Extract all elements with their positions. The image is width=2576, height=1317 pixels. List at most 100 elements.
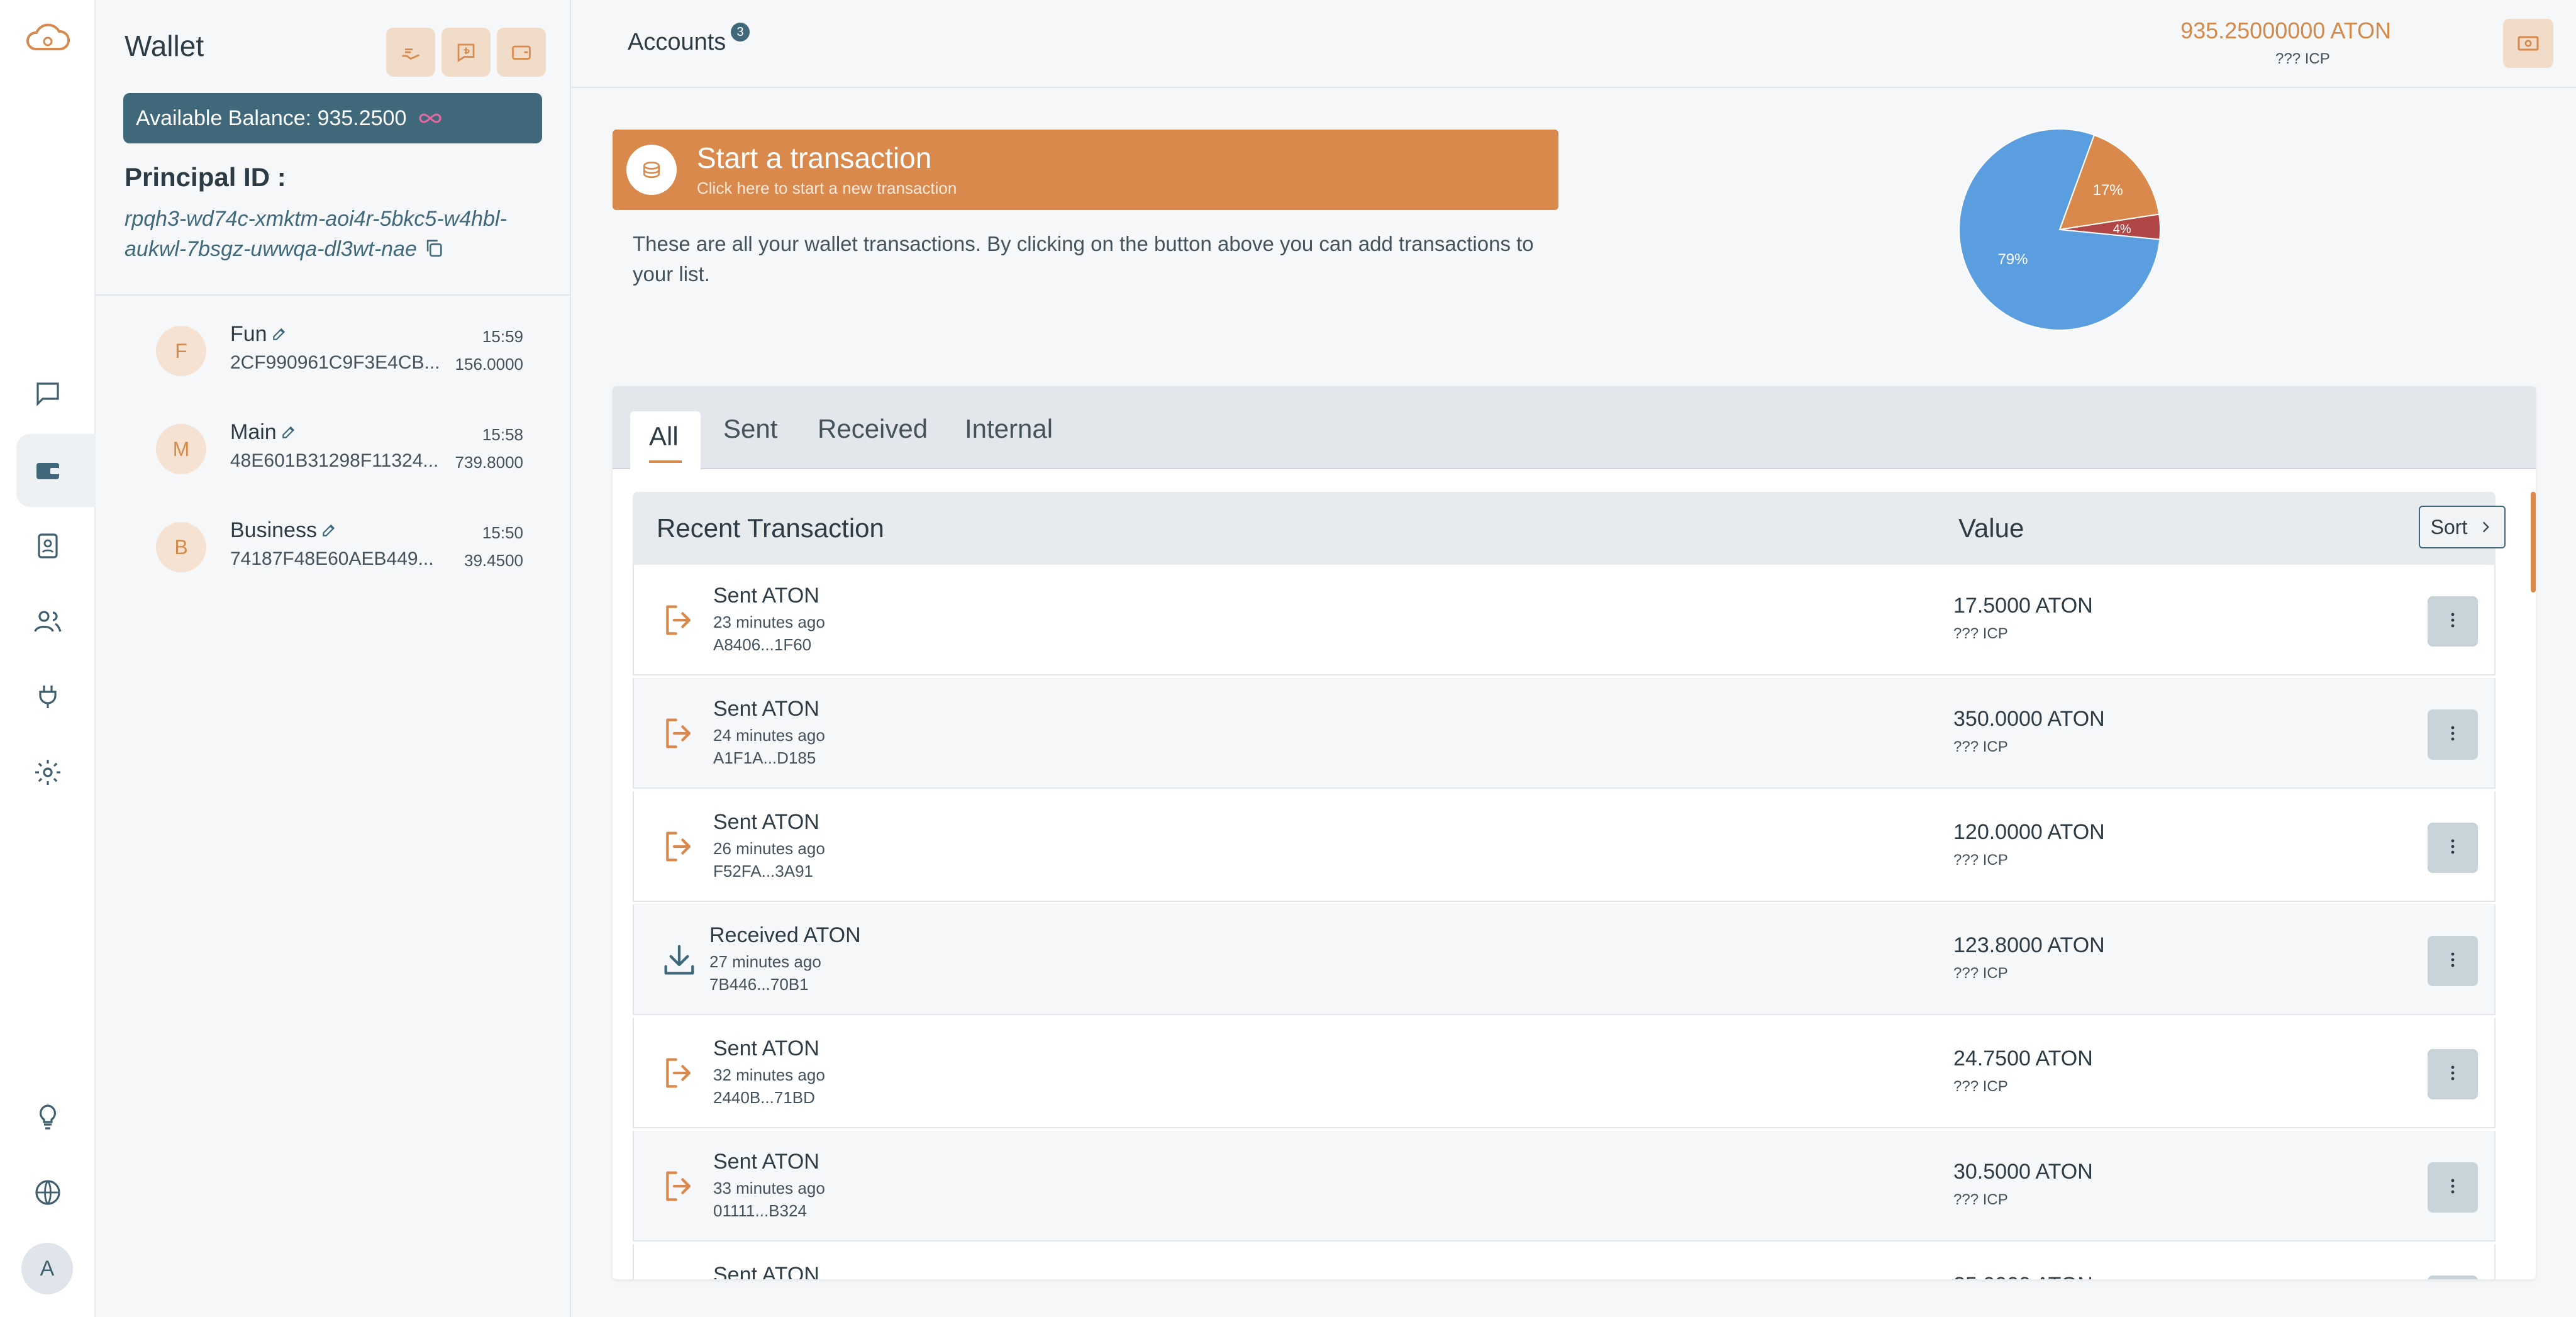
- pie-label-2: 4%: [2113, 222, 2131, 236]
- download-icon: [659, 940, 699, 980]
- transaction-title: Sent ATON: [713, 810, 819, 834]
- scrollbar-thumb[interactable]: [2531, 492, 2536, 592]
- wallet-action-button-1[interactable]: [386, 28, 435, 77]
- start-transaction-button[interactable]: Start a transaction Click here to start …: [613, 130, 1558, 210]
- account-address: 48E601B31298F11324...: [230, 450, 439, 471]
- account-item-business[interactable]: B Business 74187F48E60AEB449... 15:50 39…: [156, 509, 523, 585]
- principal-id-value[interactable]: rpqh3-wd74c-xmktm-aoi4r-5bkc5-w4hbl-aukw…: [125, 204, 527, 264]
- transaction-title: Received ATON: [709, 923, 861, 947]
- table-row[interactable]: Sent ATON 24 minutes ago A1F1A...D185 350.0…: [633, 678, 2496, 789]
- more-vertical-icon: [2441, 722, 2464, 748]
- top-header: Accounts 3 935.25000000 ATON ??? ICP: [571, 0, 2576, 88]
- table-row[interactable]: Sent ATON 33 minutes ago 01111...B324 30.50…: [633, 1131, 2496, 1242]
- account-name: Main: [230, 420, 297, 445]
- chat-icon[interactable]: [29, 375, 67, 413]
- start-transaction-subtitle: Click here to start a new transaction: [697, 179, 957, 197]
- tab-all[interactable]: All: [630, 411, 701, 470]
- sort-label: Sort: [2430, 515, 2468, 538]
- row-menu-button[interactable]: [2428, 1049, 2478, 1099]
- transaction-title: Sent ATON: [713, 1036, 819, 1060]
- exchange-button[interactable]: [2503, 19, 2553, 68]
- row-menu-button[interactable]: [2428, 709, 2478, 760]
- account-name: Business: [230, 518, 337, 543]
- transaction-icp: ??? ICP: [1953, 965, 2008, 982]
- transaction-hash: F52FA...3A91: [713, 862, 813, 881]
- transaction-icp: ??? ICP: [1953, 738, 2008, 755]
- users-icon[interactable]: [29, 603, 67, 640]
- more-vertical-icon: [2441, 609, 2464, 635]
- settings-gear-icon[interactable]: [29, 753, 67, 791]
- edit-icon[interactable]: [280, 424, 297, 440]
- transactions-description: These are all your wallet transactions. …: [633, 232, 1534, 286]
- globe-icon[interactable]: [29, 1174, 67, 1211]
- transaction-hash: A8406...1F60: [713, 635, 812, 654]
- cloud-logo-icon[interactable]: [24, 19, 72, 57]
- table-row[interactable]: Received ATON 27 minutes ago 7B446...70B1 1…: [633, 904, 2496, 1015]
- send-out-icon: [659, 713, 699, 753]
- tab-received[interactable]: Received: [818, 414, 928, 444]
- transaction-time: 26 minutes ago: [713, 839, 825, 858]
- account-name-text: Main: [230, 420, 277, 444]
- account-avatar: F: [156, 326, 206, 376]
- copy-icon[interactable]: [423, 237, 445, 258]
- transaction-icp: ??? ICP: [1953, 1078, 2008, 1095]
- transaction-time: 24 minutes ago: [713, 726, 825, 745]
- row-menu-button[interactable]: [2428, 823, 2478, 873]
- transaction-title: Sent ATON: [713, 1150, 819, 1174]
- accounts-count-badge: 3: [731, 23, 750, 42]
- transaction-value: 17.5000 ATON: [1953, 594, 2093, 618]
- table-row[interactable]: Sent ATON 32 minutes ago 2440B...71BD 24.75…: [633, 1018, 2496, 1128]
- col-recent-transaction: Recent Transaction: [657, 513, 884, 543]
- wallet-action-button-3[interactable]: [497, 28, 546, 77]
- wallet-add-icon: [512, 45, 531, 60]
- transaction-title: Sent ATON: [713, 697, 819, 721]
- table-row[interactable]: Sent ATON 23 minutes ago A8406...1F60 17.50…: [633, 565, 2496, 675]
- principal-id-text: rpqh3-wd74c-xmktm-aoi4r-5bkc5-w4hbl-aukw…: [125, 207, 507, 261]
- account-avatar: M: [156, 424, 206, 474]
- wallet-action-button-2[interactable]: [441, 28, 491, 77]
- tab-sent[interactable]: Sent: [723, 414, 777, 444]
- user-avatar[interactable]: A: [21, 1243, 73, 1294]
- row-menu-button[interactable]: [2428, 1275, 2478, 1279]
- pie-label-0: 79%: [1997, 251, 2028, 268]
- edit-icon[interactable]: [271, 326, 287, 342]
- account-time: 15:58: [482, 425, 523, 444]
- wallet-sidebar: Wallet Available Balance: 935.2500 Princ…: [96, 0, 571, 1317]
- transaction-value: 350.0000 ATON: [1953, 707, 2105, 731]
- start-transaction-title: Start a transaction: [697, 142, 932, 174]
- account-address: 2CF990961C9F3E4CB...: [230, 352, 440, 373]
- row-menu-button[interactable]: [2428, 1162, 2478, 1213]
- transaction-value: 120.0000 ATON: [1953, 820, 2105, 844]
- plug-icon[interactable]: [29, 678, 67, 716]
- more-vertical-icon: [2441, 948, 2464, 974]
- account-time: 15:59: [482, 327, 523, 346]
- transaction-value: 30.5000 ATON: [1953, 1160, 2093, 1184]
- header-balance: 935.25000000 ATON: [2180, 18, 2391, 43]
- row-menu-button[interactable]: [2428, 596, 2478, 647]
- edit-icon[interactable]: [321, 522, 337, 538]
- infinity-logo-icon: [419, 113, 441, 123]
- balance-pie-chart: 17% 4% 79%: [1958, 128, 2161, 331]
- transaction-icp: ??? ICP: [1953, 625, 2008, 642]
- lightbulb-icon[interactable]: [29, 1098, 67, 1136]
- transaction-value: 24.7500 ATON: [1953, 1047, 2093, 1070]
- transaction-hash: 01111...B324: [713, 1201, 807, 1220]
- table-row[interactable]: Sent ATON 26 minutes ago F52FA...3A91 120.0…: [633, 791, 2496, 902]
- available-balance-text: Available Balance: 935.2500: [136, 106, 407, 130]
- account-amount: 739.8000: [455, 453, 523, 472]
- row-menu-button[interactable]: [2428, 936, 2478, 986]
- table-row[interactable]: Sent ATON 25.0000 ATON: [633, 1244, 2496, 1279]
- tab-internal[interactable]: Internal: [965, 414, 1053, 444]
- account-address: 74187F48E60AEB449...: [230, 548, 434, 569]
- account-item-main[interactable]: M Main 48E601B31298F11324... 15:58 739.8…: [156, 411, 523, 487]
- account-time: 15:50: [482, 523, 523, 542]
- sort-button[interactable]: Sort: [2419, 506, 2506, 548]
- transaction-hash: A1F1A...D185: [713, 748, 816, 767]
- transaction-tabs: All Sent Received Internal: [613, 386, 2536, 470]
- transaction-title: Sent ATON: [713, 584, 819, 608]
- account-item-fun[interactable]: F Fun 2CF990961C9F3E4CB... 15:59 156.000…: [156, 313, 523, 389]
- wallet-icon[interactable]: [29, 452, 67, 489]
- receipt-icon: [457, 43, 475, 63]
- contacts-icon[interactable]: [29, 527, 67, 565]
- available-balance-bar: Available Balance: 935.2500: [123, 93, 542, 143]
